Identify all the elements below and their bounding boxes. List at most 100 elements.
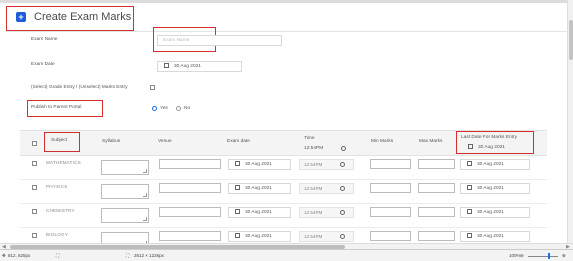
zoom-slider[interactable] (528, 255, 558, 257)
venue-input[interactable] (159, 231, 221, 241)
header-min-marks: Min Marks (371, 139, 394, 144)
cursor-position: 812, 625px (8, 253, 31, 258)
min-marks-input[interactable] (370, 207, 411, 217)
row-time-input[interactable]: 12:54PM (299, 231, 354, 242)
venue-input[interactable] (159, 183, 221, 193)
header-time-value: 12:54PM (304, 146, 324, 151)
row-exam-date: 30 Aug 2021 (245, 186, 272, 191)
header-max-marks: Max Marks (419, 139, 443, 144)
header-last-date-value: 30 Aug 2021 (468, 144, 505, 150)
grade-entry-checkbox[interactable] (150, 85, 155, 90)
row-checkbox[interactable] (32, 233, 37, 238)
zoom-slider-knob[interactable] (548, 253, 550, 259)
row-last-date: 30 Aug 2021 (477, 186, 504, 191)
page-title: Create Exam Marks (34, 11, 132, 23)
clock-icon (341, 146, 346, 151)
clock-icon (340, 186, 345, 191)
syllabus-textarea[interactable] (101, 208, 149, 223)
calendar-icon (235, 185, 240, 191)
row-exam-date-input[interactable]: 30 Aug 2021 (228, 207, 291, 218)
venue-input[interactable] (159, 207, 221, 217)
row-exam-date-input[interactable]: 30 Aug 2021 (228, 231, 291, 242)
row-time: 12:54PM (304, 162, 323, 167)
row-last-date-input[interactable]: 30 Aug 2021 (460, 183, 530, 194)
zoom-level: 100% (509, 253, 521, 258)
max-marks-input[interactable] (418, 207, 455, 217)
calendar-icon (467, 161, 472, 167)
vertical-scroll-thumb[interactable] (569, 20, 573, 60)
exam-name-placeholder: Exam Name (163, 38, 190, 43)
row-last-date-input[interactable]: 30 Aug 2021 (460, 159, 530, 170)
marks-table: Syllabus Venue Exam date Time 12:54PM Mi… (20, 130, 567, 243)
table-row: BIOLOGY 30 Aug 2021 12:54PM 30 Aug 2021 (20, 228, 547, 243)
top-border (0, 0, 567, 3)
plus-icon[interactable]: + (16, 12, 26, 22)
publish-label: Publish to Parent Portal (31, 105, 82, 110)
calendar-icon (235, 233, 240, 239)
row-time-input[interactable]: 12:54PM (299, 183, 354, 194)
exam-date-input[interactable]: 30 Aug 2021 (157, 61, 242, 72)
page-viewport: + Create Exam Marks Exam Name Exam Name … (0, 0, 567, 243)
exam-date-value: 30 Aug 2021 (174, 64, 201, 69)
row-checkbox[interactable] (32, 161, 37, 166)
row-subject: PHYSICS (46, 184, 68, 189)
clock-icon (340, 210, 345, 215)
min-marks-input[interactable] (370, 159, 411, 169)
row-last-date-input[interactable]: 30 Aug 2021 (460, 207, 530, 218)
max-marks-input[interactable] (418, 231, 455, 241)
calendar-icon (164, 63, 169, 69)
row-time-input[interactable]: 12:54PM (299, 207, 354, 218)
header-time: Time (304, 136, 315, 141)
select-all-checkbox[interactable] (32, 141, 37, 146)
row-time: 12:54PM (304, 210, 323, 215)
publish-yes-label: Yes (160, 106, 168, 111)
exam-date-label: Exam Date (31, 62, 55, 67)
row-exam-date: 30 Aug 2021 (245, 210, 272, 215)
row-subject: CHEMISTRY (46, 208, 75, 213)
dimensions-icon: ⛶ (126, 253, 130, 258)
calendar-icon (468, 144, 473, 149)
row-last-date: 30 Aug 2021 (477, 162, 504, 167)
row-checkbox[interactable] (32, 185, 37, 190)
header-last-date-text: 30 Aug 2021 (478, 144, 505, 150)
clock-icon (340, 234, 345, 239)
min-marks-input[interactable] (370, 183, 411, 193)
publish-yes-radio[interactable] (152, 106, 157, 111)
min-marks-input[interactable] (370, 231, 411, 241)
vertical-scrollbar[interactable] (567, 0, 573, 243)
cursor-icon: ✥ (2, 253, 6, 258)
row-subject: MATHEMATICS (46, 160, 81, 165)
exam-name-label: Exam Name (31, 37, 58, 42)
row-exam-date: 30 Aug 2021 (245, 162, 272, 167)
syllabus-textarea[interactable] (101, 232, 149, 243)
exam-name-input[interactable]: Exam Name (157, 35, 282, 46)
venue-input[interactable] (159, 159, 221, 169)
grade-entry-label: (Select) Grade Entry / (Unselect) Marks … (31, 85, 128, 90)
zoom-out-icon[interactable]: ⊖ (520, 253, 524, 259)
row-last-date: 30 Aug 2021 (477, 234, 504, 239)
max-marks-input[interactable] (418, 159, 455, 169)
row-exam-date: 30 Aug 2021 (245, 234, 272, 239)
header-subject: Subject (51, 138, 67, 143)
header-divider (6, 31, 567, 32)
row-exam-date-input[interactable]: 30 Aug 2021 (228, 159, 291, 170)
row-time: 12:54PM (304, 186, 323, 191)
syllabus-textarea[interactable] (101, 160, 149, 175)
table-row: PHYSICS 30 Aug 2021 12:54PM 30 Aug 2021 (20, 180, 547, 204)
row-exam-date-input[interactable]: 30 Aug 2021 (228, 183, 291, 194)
row-last-date-input[interactable]: 30 Aug 2021 (460, 231, 530, 242)
zoom-in-icon[interactable]: ⊕ (562, 253, 566, 259)
clock-icon (340, 162, 345, 167)
calendar-icon (467, 209, 472, 215)
max-marks-input[interactable] (418, 183, 455, 193)
calendar-icon (235, 209, 240, 215)
publish-no-radio[interactable] (176, 106, 181, 111)
row-time-input[interactable]: 12:54PM (299, 159, 354, 170)
row-checkbox[interactable] (32, 209, 37, 214)
syllabus-textarea[interactable] (101, 184, 149, 199)
header-syllabus: Syllabus (102, 139, 121, 144)
row-last-date: 30 Aug 2021 (477, 210, 504, 215)
calendar-icon (235, 161, 240, 167)
header-venue: Venue (158, 139, 172, 144)
selection-box-icon: ⛶ (56, 253, 60, 258)
